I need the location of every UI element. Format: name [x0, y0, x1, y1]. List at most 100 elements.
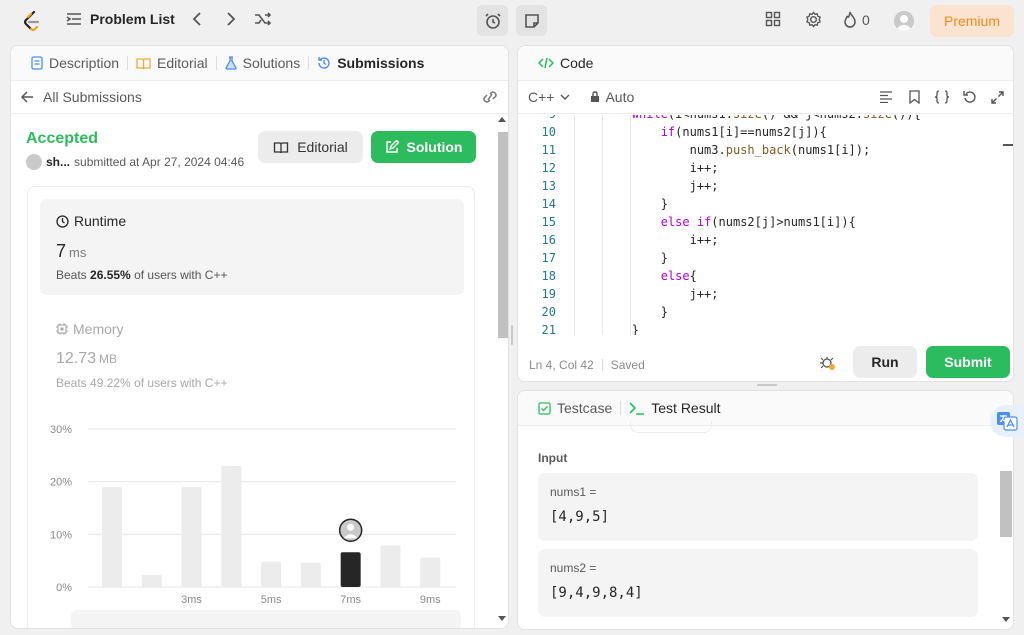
- submit-button[interactable]: Submit: [926, 346, 1010, 378]
- code-line[interactable]: 15 else if(nums2[j]>nums1[i]){: [518, 213, 1003, 231]
- case-tab-stub: [630, 421, 712, 433]
- line-number: 10: [541, 125, 556, 139]
- distribution-bar: [141, 574, 162, 587]
- distribution-bar: [380, 545, 401, 587]
- cursor-position: Ln 4, Col 42: [529, 357, 594, 372]
- stats-next-card: [71, 610, 461, 628]
- next-problem-button[interactable]: [225, 11, 237, 27]
- code-text: else if(nums2[j]>nums1[i]){: [660, 215, 856, 229]
- test-scrollbar[interactable]: [1000, 427, 1013, 629]
- code-line[interactable]: 9 while(i<nums1.size() && j<nums2.size()…: [518, 115, 1003, 123]
- description-icon: [31, 56, 43, 70]
- link-icon[interactable]: [481, 90, 499, 104]
- scroll-down-icon[interactable]: [498, 616, 506, 622]
- solution-button[interactable]: Solution: [371, 131, 476, 163]
- code-line[interactable]: 12 i++;: [518, 159, 1003, 177]
- scroll-up-icon[interactable]: [498, 116, 506, 122]
- runtime-box[interactable]: Runtime 7 ms Beats 26.55% of users with C…: [40, 199, 464, 295]
- test-panel: Testcase Test Result Input nums1 = [4,9,…: [517, 390, 1014, 630]
- auto-mode[interactable]: Auto: [590, 89, 634, 105]
- alarm-clock-icon: [484, 12, 501, 29]
- code-line[interactable]: 20 }: [518, 303, 1003, 321]
- reset-icon[interactable]: [963, 90, 977, 104]
- timer-button[interactable]: [477, 5, 508, 36]
- submission-user[interactable]: sh...: [46, 155, 70, 169]
- format-icon[interactable]: [879, 91, 893, 103]
- bookmark-icon[interactable]: [909, 90, 920, 104]
- vertical-resize-handle[interactable]: [511, 325, 513, 345]
- code-text: i++;: [574, 161, 719, 175]
- tab-editorial[interactable]: Editorial: [128, 55, 216, 71]
- memory-beats: Beats 49.22% of users with C++: [56, 376, 456, 390]
- editorial-button[interactable]: Editorial: [258, 131, 363, 163]
- distribution-bar: [221, 465, 242, 587]
- tab-testcase[interactable]: Testcase: [530, 400, 620, 416]
- tab-submissions[interactable]: Submissions: [309, 55, 432, 71]
- tab-description[interactable]: Description: [23, 55, 127, 71]
- x-tick-label: 5ms: [261, 594, 282, 606]
- settings-button[interactable]: [805, 11, 822, 28]
- code-line[interactable]: 18 else{: [518, 267, 1003, 285]
- line-number: 21: [541, 323, 556, 335]
- user-avatar-icon: [26, 154, 42, 170]
- beats-value: 49.22%: [90, 376, 131, 390]
- code-line[interactable]: 21 }: [518, 321, 1003, 335]
- scroll-thumb[interactable]: [1000, 471, 1012, 537]
- submission-status: Accepted: [26, 130, 99, 147]
- tab-label: Editorial: [157, 55, 208, 71]
- problem-list-button[interactable]: Problem List: [66, 11, 175, 27]
- debugger-icon[interactable]: [820, 355, 836, 371]
- code-line[interactable]: 10 if(nums1[i]==nums2[j]){: [518, 123, 1003, 141]
- panel-resize-handle[interactable]: [757, 384, 777, 386]
- line-number: 14: [541, 197, 556, 211]
- edit-icon: [385, 140, 399, 153]
- code-line[interactable]: 11 num3.push_back(nums1[i]);: [518, 141, 1003, 159]
- code-line[interactable]: 17 }: [518, 249, 1003, 267]
- input-case-nums2[interactable]: nums2 = [9,4,9,8,4]: [538, 549, 978, 617]
- expand-icon[interactable]: [991, 91, 1004, 104]
- user-avatar[interactable]: [894, 11, 914, 31]
- checkbox-icon: [538, 401, 551, 415]
- notes-button[interactable]: [516, 5, 547, 36]
- input-case-nums1[interactable]: nums1 = [4,9,5]: [538, 473, 978, 541]
- beats-prefix: Beats: [56, 376, 87, 390]
- runtime-label: Runtime: [74, 213, 127, 229]
- code-line[interactable]: 13 j++;: [518, 177, 1003, 195]
- tab-solutions[interactable]: Solutions: [217, 55, 309, 71]
- all-submissions-link[interactable]: All Submissions: [21, 89, 142, 105]
- line-number: 16: [541, 233, 556, 247]
- layout-button[interactable]: [765, 11, 781, 27]
- distribution-bar: [261, 561, 282, 587]
- highlighted-bar: [340, 552, 361, 587]
- fire-icon: [844, 11, 856, 28]
- code-text: }: [574, 305, 668, 319]
- left-scrollbar[interactable]: [495, 114, 508, 628]
- leetcode-logo-icon[interactable]: [20, 9, 44, 33]
- language-select[interactable]: C++: [528, 89, 570, 105]
- run-button[interactable]: Run: [853, 346, 917, 378]
- scroll-thumb[interactable]: [498, 132, 508, 338]
- random-problem-button[interactable]: [254, 11, 272, 27]
- code-text: num3.push_back(nums1[i]);: [574, 143, 871, 157]
- premium-button[interactable]: Premium: [930, 5, 1014, 37]
- tab-test-result[interactable]: Test Result: [621, 400, 728, 416]
- tab-code[interactable]: Code: [530, 55, 601, 71]
- auto-label: Auto: [605, 89, 635, 105]
- clock-icon: [56, 214, 69, 228]
- scroll-down-icon[interactable]: [1002, 617, 1010, 623]
- x-tick-label: 9ms: [420, 594, 441, 606]
- code-line[interactable]: 16 i++;: [518, 231, 1003, 249]
- braces-icon[interactable]: [934, 90, 950, 104]
- code-editor[interactable]: 9 while(i<nums1.size() && j<nums2.size()…: [518, 115, 1003, 335]
- translate-button[interactable]: [990, 405, 1024, 437]
- book-icon: [274, 141, 289, 153]
- prev-problem-button[interactable]: [191, 11, 203, 27]
- code-line[interactable]: 14 }: [518, 195, 1003, 213]
- code-line[interactable]: 19 j++;: [518, 285, 1003, 303]
- line-number: 13: [541, 179, 556, 193]
- saved-status: Saved: [610, 357, 645, 372]
- code-text: else{: [660, 269, 697, 283]
- code-toolbar: C++ Auto: [518, 81, 1013, 114]
- memory-box[interactable]: Memory 12.73 MB Beats 49.22% of users wit…: [56, 321, 456, 401]
- streak-counter[interactable]: 0: [843, 11, 870, 28]
